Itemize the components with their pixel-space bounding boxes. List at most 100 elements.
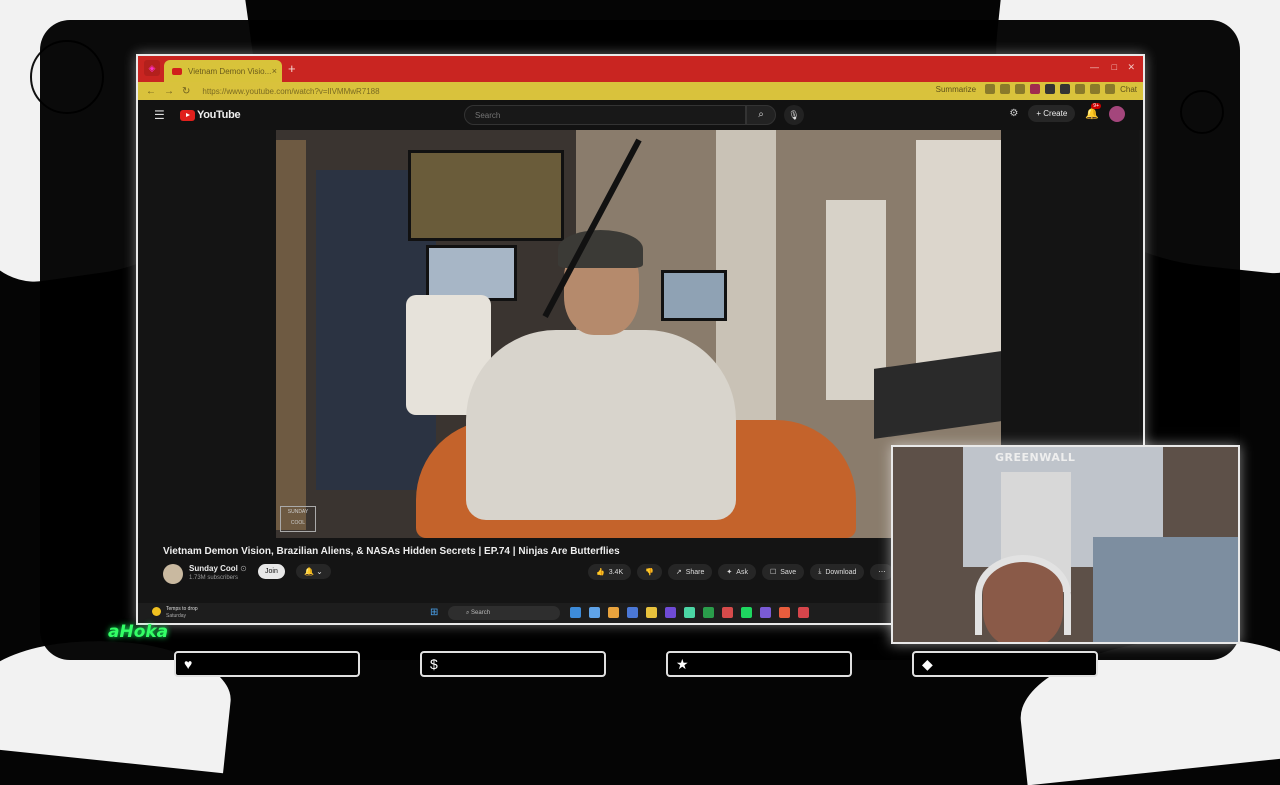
like-button[interactable]: 👍 3.4K [588, 564, 632, 580]
subscriber-alert-box: ★ [666, 651, 852, 677]
ask-icon: ✦ [726, 569, 733, 576]
channel-watermark: SUNDAY COOL [280, 506, 316, 532]
share-button[interactable]: ↗ Share [667, 564, 713, 580]
taskbar-app-icon[interactable] [760, 607, 771, 618]
more-actions-icon: ⋯ [878, 569, 886, 576]
extension-icon[interactable] [1000, 84, 1011, 94]
save-label: Save [780, 568, 797, 576]
masthead-actions: ⚙ + Create 🔔 9+ [1009, 103, 1125, 122]
more-actions-button[interactable]: ⋯ [870, 564, 894, 580]
browser-tab-youtube[interactable]: Vietnam Demon Visio... × [164, 60, 282, 82]
share-icon: ↗ [675, 569, 682, 576]
heart-icon: ♥ [184, 656, 193, 672]
taskbar-app-icon[interactable] [722, 607, 733, 618]
tab-close-icon[interactable]: × [272, 66, 277, 76]
address-bar: ← → ↻ https://www.youtube.com/watch?v=lI… [138, 82, 1143, 100]
download-label: Download [825, 568, 857, 576]
taskbar-app-icon[interactable] [798, 607, 809, 618]
youtube-logo[interactable]: YouTube [180, 109, 241, 121]
video-pillarbox-left [140, 130, 276, 538]
taskbar-app-icon[interactable] [589, 607, 600, 618]
join-button[interactable]: Join [258, 564, 285, 579]
brand-neon-text: aHoka [108, 622, 169, 642]
taskbar-app-icon[interactable] [665, 607, 676, 618]
share-label: Share [685, 568, 705, 576]
like-icon: 👍 [596, 569, 605, 576]
subscription-bell-button[interactable]: 🔔 ⌄ [296, 564, 331, 579]
extension-icon[interactable] [985, 84, 996, 94]
bits-alert-box: ◆ [912, 651, 1098, 677]
extension-icon[interactable] [1060, 84, 1071, 94]
donation-alert-box: $ [420, 651, 606, 677]
youtube-logo-text: YouTube [197, 109, 241, 121]
weather-sun-icon[interactable] [152, 607, 161, 616]
create-button[interactable]: + Create [1028, 105, 1076, 122]
download-icon: ⤓ [818, 568, 822, 575]
taskbar-app-icon[interactable] [646, 607, 657, 618]
webcam-overlay: GREENWALL [891, 445, 1240, 644]
windows-start-icon[interactable]: ⊞ [430, 607, 438, 618]
youtube-masthead: ☰ YouTube ⌕ 🎙 ⚙ + Create 🔔9+ [138, 100, 1143, 130]
url-field[interactable]: https://www.youtube.com/watch?v=lIVMMwR7… [202, 87, 379, 96]
taskbar-app-icons [570, 607, 809, 618]
notification-badge: 9+ [1091, 103, 1101, 109]
hamburger-menu-icon[interactable]: ☰ [154, 108, 165, 122]
weather-widget-title[interactable]: Temps to drop [166, 606, 198, 612]
maximize-button[interactable]: □ [1112, 62, 1117, 72]
taskbar-app-icon[interactable] [684, 607, 695, 618]
taskbar-app-icon[interactable] [741, 607, 752, 618]
taskbar-app-icon[interactable] [779, 607, 790, 618]
taskbar-app-icon[interactable] [570, 607, 581, 618]
chat-button[interactable]: Chat [1120, 85, 1137, 94]
dollar-icon: $ [430, 656, 438, 672]
forward-arrow-icon[interactable]: → [164, 86, 174, 97]
account-avatar[interactable] [1109, 105, 1125, 122]
youtube-play-icon [180, 109, 195, 121]
search-button[interactable]: ⌕ [746, 105, 776, 125]
extension-icon[interactable] [1045, 84, 1056, 94]
follower-alert-box: ♥ [174, 651, 360, 677]
extension-gear-icon[interactable]: ⚙ [1009, 108, 1018, 119]
taskbar-app-icon[interactable] [627, 607, 638, 618]
extension-icon[interactable] [1030, 84, 1041, 94]
browser-tab-bar: ◈ Vietnam Demon Visio... × + — □ ✕ [138, 56, 1143, 82]
channel-name[interactable]: Sunday Cool ⊙ [189, 564, 247, 573]
greenwall-sign: GREENWALL [995, 451, 1076, 464]
taskbar-app-icon[interactable] [703, 607, 714, 618]
windows-taskbar: Temps to drop Saturday ⊞ ⌕ Search [138, 603, 898, 623]
new-tab-button[interactable]: + [288, 61, 296, 76]
bits-gem-icon: ◆ [922, 656, 933, 672]
extensions-area: Summarize Chat [936, 84, 1137, 94]
browser-menu-icon[interactable]: ◈ [144, 60, 160, 76]
channel-avatar[interactable] [163, 564, 183, 584]
dislike-button[interactable]: 👎 [637, 564, 662, 580]
ask-label: Ask [736, 568, 748, 576]
extension-icon[interactable] [1090, 84, 1101, 94]
summarize-button[interactable]: Summarize [936, 85, 976, 94]
tab-title: Vietnam Demon Visio... [188, 66, 272, 76]
taskbar-search-label: Search [471, 610, 491, 616]
video-title: Vietnam Demon Vision, Brazilian Aliens, … [163, 546, 620, 557]
subscriber-count: 1.73M subscribers [189, 575, 239, 581]
star-bookmark-icon[interactable] [1015, 84, 1026, 94]
search-input[interactable] [464, 105, 746, 125]
back-arrow-icon[interactable]: ← [146, 86, 156, 97]
ask-button[interactable]: ✦ Ask [718, 564, 756, 580]
reload-icon[interactable]: ↻ [182, 86, 190, 97]
taskbar-app-icon[interactable] [608, 607, 619, 618]
dislike-icon: 👎 [645, 569, 654, 576]
microphone-icon[interactable]: 🎙 [784, 105, 804, 125]
download-button[interactable]: ⤓ Download [810, 564, 865, 580]
notifications-bell-icon[interactable]: 🔔 9+ [1085, 103, 1101, 120]
weather-widget-day: Saturday [166, 613, 187, 619]
minimize-button[interactable]: — [1090, 62, 1099, 72]
taskbar-search[interactable]: ⌕ Search [448, 606, 560, 620]
extension-icon[interactable] [1075, 84, 1086, 94]
youtube-favicon-icon [172, 67, 182, 75]
extension-icon[interactable] [1105, 84, 1116, 94]
save-button[interactable]: ☐ Save [761, 564, 805, 580]
create-label: Create [1043, 109, 1068, 118]
video-actions: 👍 3.4K 👎 ↗ Share ✦ Ask ☐ Save ⤓ Download ⋯ [588, 564, 894, 580]
like-label: 3.4K [608, 568, 624, 576]
close-window-button[interactable]: ✕ [1127, 62, 1135, 73]
